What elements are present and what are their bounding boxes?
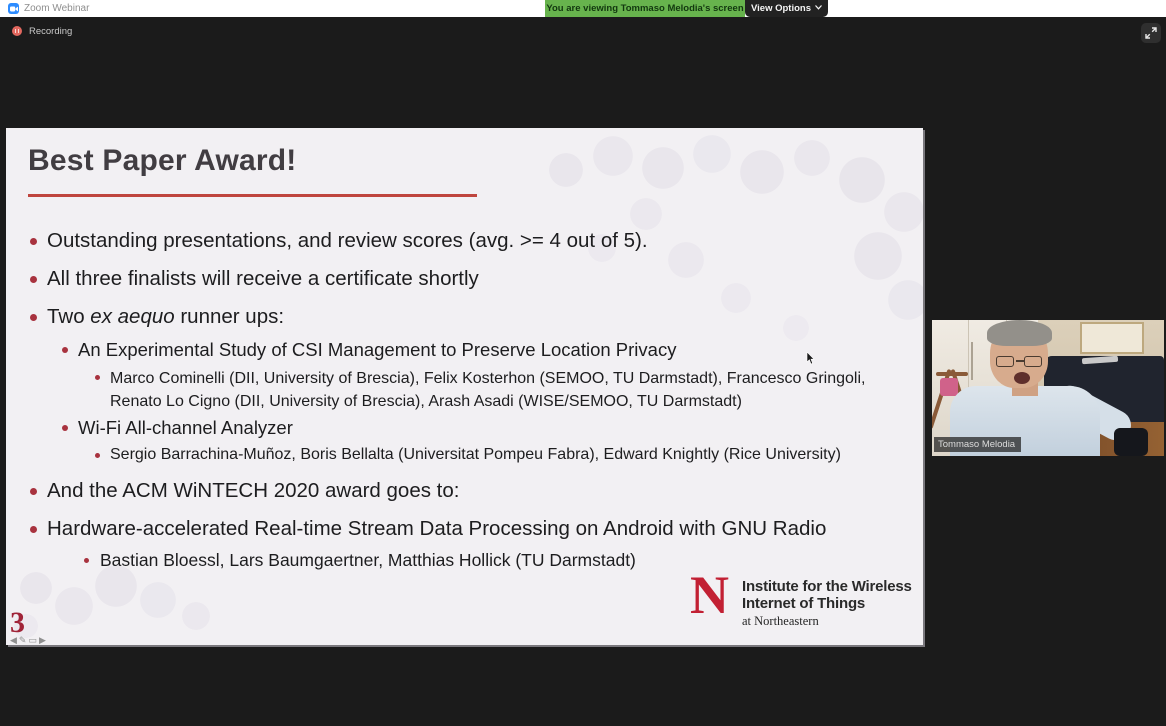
- glasses-bridge: [1016, 360, 1024, 362]
- bullet-item: Bastian Bloessl, Lars Baumgaertner, Matt…: [84, 550, 636, 571]
- speaker-mouth: [1014, 372, 1030, 384]
- speaker-hair: [987, 320, 1052, 346]
- participant-name-label: Tommaso Melodia: [934, 437, 1021, 452]
- pen-icon: ✎: [19, 635, 29, 645]
- slide-title: Best Paper Award!: [28, 144, 297, 178]
- recording-dot-icon: [12, 26, 22, 36]
- presenter-nav-toolbar: ◀✎▭▶: [10, 635, 48, 645]
- bullet-item: An Experimental Study of CSI Management …: [62, 339, 676, 361]
- glasses-left-lens: [996, 356, 1014, 367]
- bullet-item: Hardware-accelerated Real-time Stream Da…: [30, 517, 826, 541]
- logo-line-1: Institute for the Wireless: [742, 578, 923, 595]
- bullet-text-post: runner ups:: [175, 305, 284, 328]
- bullet-item: Sergio Barrachina-Muñoz, Boris Bellalta …: [95, 446, 841, 464]
- bullet-item: And the ACM WiNTECH 2020 award goes to:: [30, 479, 459, 503]
- bullet-item: All three finalists will receive a certi…: [30, 267, 479, 291]
- logo-line-2: Internet of Things: [742, 595, 923, 612]
- bullet-item: Two ex aequo runner ups:: [30, 305, 284, 329]
- chevron-down-icon: [815, 5, 822, 10]
- logo-text: Institute for the Wireless Internet of T…: [742, 578, 923, 629]
- participant-video-thumbnail[interactable]: Tommaso Melodia: [932, 320, 1164, 456]
- bullet-text-pre: Two: [47, 305, 90, 328]
- shared-screen-slide: Best Paper Award! Outstanding presentati…: [6, 128, 923, 645]
- zoom-webinar-window: Zoom Webinar You are viewing Tommaso Mel…: [0, 0, 1166, 726]
- glasses-right-lens: [1024, 356, 1042, 367]
- prev-slide-icon: ◀: [10, 635, 19, 645]
- recording-label: Recording: [29, 26, 72, 37]
- pink-bag: [940, 378, 958, 396]
- expand-icon: [1145, 27, 1157, 39]
- bullet-text-italic: ex aequo: [90, 305, 174, 328]
- screen-icon: ▭: [28, 635, 39, 645]
- camera-icon: [10, 6, 18, 12]
- speaker-hand: [1114, 428, 1148, 456]
- bullet-item: Marco Cominelli (DII, University of Bres…: [95, 368, 917, 413]
- fullscreen-button[interactable]: [1141, 23, 1161, 43]
- title-underline: [28, 194, 477, 197]
- mouse-cursor: [806, 352, 815, 370]
- view-options-label: View Options: [751, 3, 811, 14]
- next-slide-icon: ▶: [39, 635, 48, 645]
- screen-share-banner: You are viewing Tommaso Melodia's screen: [545, 0, 745, 17]
- logo-line-3: at Northeastern: [742, 614, 923, 629]
- bullet-item: Outstanding presentations, and review sc…: [30, 229, 648, 253]
- chair-seat: [936, 372, 968, 376]
- zoom-app-icon: [8, 3, 19, 14]
- window-title: Zoom Webinar: [24, 3, 89, 14]
- picture-frame: [1080, 322, 1144, 354]
- northeastern-n-monogram: N: [690, 568, 729, 622]
- view-options-button[interactable]: View Options: [745, 0, 828, 17]
- wardrobe-handle: [971, 342, 973, 380]
- bullet-item: Wi-Fi All-channel Analyzer: [62, 417, 293, 439]
- titlebar: Zoom Webinar You are viewing Tommaso Mel…: [0, 0, 1166, 17]
